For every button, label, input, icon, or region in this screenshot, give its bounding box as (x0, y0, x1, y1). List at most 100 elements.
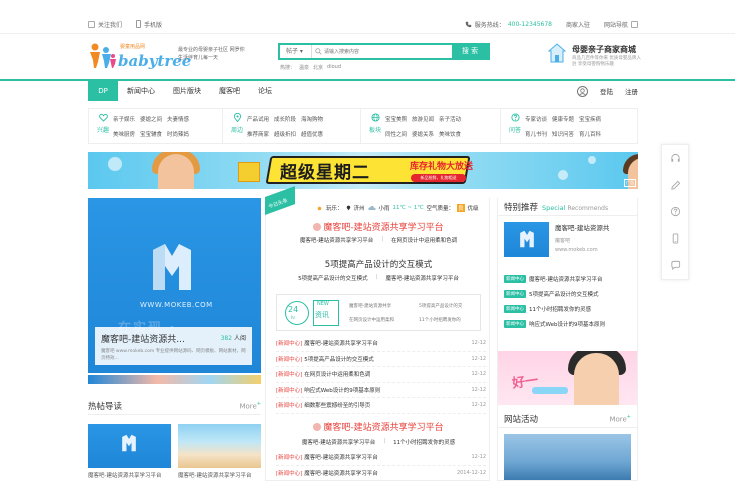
hot-post-card[interactable]: 魔客吧-建站资源共享学习平台 (88, 424, 171, 479)
category-link[interactable]: 宝宝疾病 (579, 115, 601, 125)
more-link[interactable]: More+ (239, 401, 261, 410)
register-link[interactable]: 注册 (625, 86, 638, 96)
login-link[interactable]: 登陆 (600, 86, 613, 96)
search-input[interactable] (324, 45, 452, 58)
promo-link[interactable]: 5项提高产品设计的交 (419, 303, 462, 309)
category-link[interactable]: 夫妻情感 (167, 115, 189, 125)
category-link[interactable]: 旅游见闻 (412, 115, 434, 125)
list-item[interactable]: [新闻中心] 响应式Web设计的9项基本原则 12-12 (276, 383, 486, 398)
hot-search-link[interactable]: 北京 (313, 64, 323, 71)
promo-banner[interactable]: 超级星期二 库存礼物大放送 新品抢鲜，礼物相送 广告 (88, 152, 638, 189)
headline-icon (313, 423, 322, 431)
promo-link[interactable]: 在网页设计中运用柔和 (349, 317, 394, 323)
category-link[interactable]: 美味饮食 (439, 130, 461, 140)
search-type-select[interactable]: 帖子 ▾ (280, 45, 312, 58)
promo-link[interactable]: 11个小时招聘发你的 (419, 317, 461, 323)
nav-item-mokeb[interactable]: 魔客吧 (210, 81, 249, 101)
mobile-version-link[interactable]: 手机版 (136, 20, 162, 29)
category-nearby: 周边 产品试用 成长阶段 海淘购物 推荐商家 超级折扣 超值优惠 (223, 109, 361, 143)
hot-post-card[interactable]: 魔客吧-建站资源共享学习平台 (178, 424, 261, 479)
user-icon[interactable] (577, 85, 588, 97)
list-item[interactable]: 新闻中心 魔客吧-建站资源共享学习平台 (504, 271, 634, 286)
follow-us-link[interactable]: 关注我们 (88, 20, 122, 29)
mokeb-logo-icon (153, 244, 191, 290)
headline-link[interactable]: 魔客吧-建站资源共享学习平台 (266, 220, 491, 233)
list-item[interactable]: 新闻中心 11个小时招聘发你的灵感 (504, 301, 634, 316)
hot-searches: 热搜： 温泉 北京 dioud (280, 64, 342, 71)
location-icon (346, 205, 350, 211)
category-link[interactable]: 育儿百科 (579, 130, 601, 140)
category-link[interactable]: 专家访谈 (525, 115, 547, 125)
news-list: [新闻中心] 魔客吧-建站资源共享学习平台 12-12 [新闻中心] 魔客吧-建站资源… (276, 450, 486, 481)
headlines-section: 今日头条 玩乐： 济州 小雨 11℃ ~ 1℃ 空气质量： 良 优级 魔客吧-建… (265, 186, 491, 481)
sub-headline-link[interactable]: 11个小时招聘发你的灵感 (393, 438, 455, 446)
category-link[interactable]: 宝宝辅食 (140, 130, 162, 140)
category-link[interactable]: 亲子活动 (439, 115, 461, 125)
category-link[interactable]: 产品试用 (247, 115, 269, 125)
category-link[interactable]: 知识问答 (552, 130, 574, 140)
slider-url: WWW.MOKEB.COM (140, 301, 213, 309)
sub-headline-link[interactable]: 魔客吧-建站资源共享学习平台 (300, 236, 374, 244)
category-link[interactable]: 宝宝美照 (385, 115, 407, 125)
main-nav: DP 新闻中心 图片版块 魔客吧 论坛 登陆 注册 (0, 79, 735, 101)
news-list: [新闻中心] 魔客吧-建站资源共享学习平台 12-12 [新闻中心] 5项提高产品设计… (276, 336, 486, 414)
globe-icon (370, 113, 380, 122)
featured-slider[interactable]: WWW.MOKEB.COM 在实现 · 魔客吧-建站资源共... 382 人阅 … (88, 198, 261, 373)
headline-link[interactable]: 5项提高产品设计的交互模式 (266, 258, 491, 270)
category-link[interactable]: 婆媳之间 (140, 115, 162, 125)
category-link[interactable]: 海淘购物 (301, 115, 323, 125)
house-icon (548, 43, 566, 63)
slider-thumb-strip[interactable] (88, 375, 261, 384)
category-link[interactable]: 超值优惠 (301, 130, 323, 140)
merchant-join-link[interactable]: 商家入驻 (566, 20, 590, 29)
nav-item-pictures[interactable]: 图片版块 (164, 81, 210, 101)
category-link[interactable]: 育儿书刊 (525, 130, 547, 140)
sub-headline-link[interactable]: 在网页设计中运用柔和色调 (391, 236, 457, 244)
list-item[interactable]: [新闻中心] 魔客吧-建站资源共享学习平台 12-12 (276, 336, 486, 352)
mall-link[interactable]: 母婴亲子商家商城 商品几百件等你来 优质母婴品牌入驻 享受母婴购物乐趣 (548, 41, 641, 71)
featured-card[interactable]: 魔客吧-建站资源共 魔客吧 www.mokeb.com (504, 222, 632, 260)
list-item[interactable]: 新闻中心 响应式Web设计的9项基本原则 (504, 316, 634, 331)
activity-image[interactable] (504, 434, 631, 480)
category-link[interactable]: 超级折扣 (274, 130, 296, 140)
nav-item-home[interactable]: DP (88, 81, 118, 101)
nav-item-forum[interactable]: 论坛 (249, 81, 281, 101)
category-link[interactable]: 同性之间 (385, 130, 407, 140)
floating-toolbar (661, 144, 689, 280)
chat-icon[interactable] (669, 260, 681, 272)
headset-icon[interactable] (669, 152, 681, 164)
category-link[interactable]: 成长阶段 (274, 115, 296, 125)
category-link[interactable]: 美味厨房 (113, 130, 135, 140)
hot-search-link[interactable]: dioud (327, 64, 341, 71)
list-item[interactable]: [新闻中心] 魔客吧-建站资源共享学习平台 12-12 (276, 450, 486, 466)
headline-link[interactable]: 魔客吧-建站资源共享学习平台 (266, 420, 491, 433)
promo-link[interactable]: 魔客吧-建站资源共享 (349, 303, 391, 309)
hot-search-link[interactable]: 温泉 (299, 64, 309, 71)
site-logo[interactable]: 婴童用品网 babytree (88, 40, 191, 72)
category-link[interactable]: 时尚辣妈 (167, 130, 189, 140)
side-ad-banner[interactable]: 好一 (498, 351, 637, 405)
sub-headline-link[interactable]: 5项提高产品设计的交互模式 (298, 274, 368, 282)
category-link[interactable]: 亲子娱乐 (113, 115, 135, 125)
sub-headline-link[interactable]: 魔客吧-建站资源共享学习平台 (302, 438, 376, 446)
category-link[interactable]: 推荐商家 (247, 130, 269, 140)
category-link[interactable]: 健康专题 (552, 115, 574, 125)
mobile-icon[interactable] (669, 233, 681, 245)
list-item[interactable]: [新闻中心] 在网页设计中运用柔和色调 12-12 (276, 367, 486, 383)
nav-item-news[interactable]: 新闻中心 (118, 81, 164, 101)
list-item[interactable]: [新闻中心] 魔客吧-建站资源共享学习平台 2014-12-12 (276, 466, 486, 481)
edit-icon[interactable] (669, 179, 681, 191)
category-link[interactable]: 婆媳关系 (412, 130, 434, 140)
list-item[interactable]: [新闻中心] 5项提高产品设计的交互模式 12-12 (276, 352, 486, 367)
post-thumbnail (178, 424, 261, 468)
list-item[interactable]: 新闻中心 5项提高产品设计的交互模式 (504, 286, 634, 301)
list-item[interactable]: [新闻中心] 细数那些震撼纷至的引导页 12-12 (276, 398, 486, 414)
site-nav-link[interactable]: 网站导航 (604, 20, 638, 29)
site-activity-section: 网站活动 More+ (498, 410, 637, 480)
more-link[interactable]: More+ (609, 414, 631, 423)
header: 婴童用品网 babytree 最专业的母婴亲子社区 网罗你生活伴育儿每一天 帖子… (88, 38, 641, 78)
search-button[interactable]: 搜 索 (452, 45, 488, 58)
help-icon[interactable] (669, 206, 681, 218)
question-icon (510, 113, 520, 122)
sub-headline-link[interactable]: 魔客吧-建站资源共享学习平台 (385, 274, 459, 282)
